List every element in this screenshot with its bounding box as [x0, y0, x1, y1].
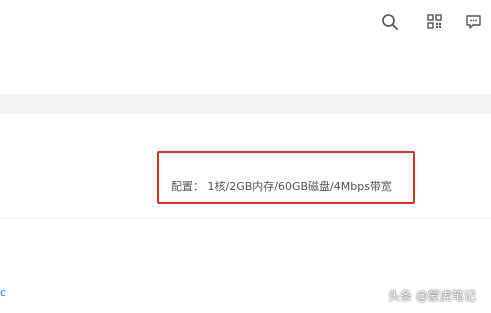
content-section-top: [0, 44, 491, 94]
search-icon[interactable]: [381, 13, 399, 31]
config-spec-text: 配置： 1核/2GB内存/60GB磁盘/4Mbps带宽: [171, 180, 392, 193]
partial-link[interactable]: c: [0, 287, 6, 299]
grid-icon[interactable]: [426, 13, 444, 31]
message-icon[interactable]: [465, 13, 483, 31]
watermark-text: 头条 @蒙虎笔记: [388, 289, 476, 303]
section-divider: [0, 94, 491, 114]
highlight-annotation-box: [157, 151, 415, 204]
top-bar: [0, 0, 491, 44]
